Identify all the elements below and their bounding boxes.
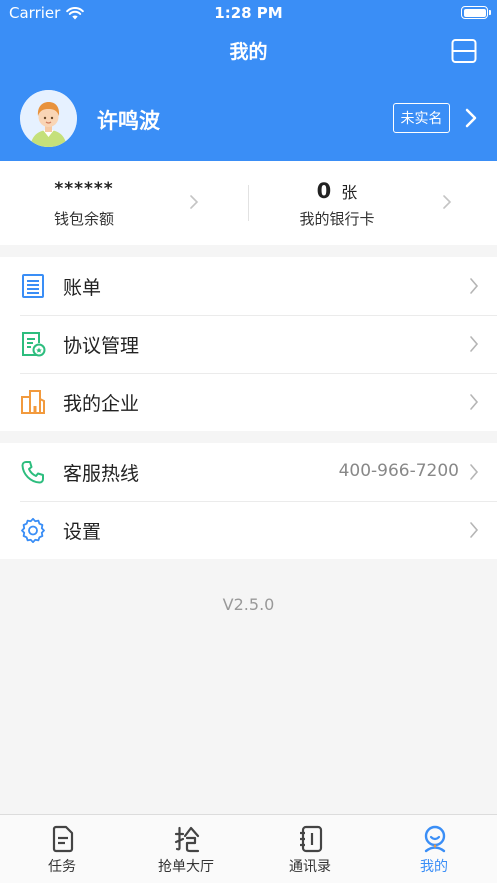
wallet-balance-label: 钱包余额 <box>53 210 114 228</box>
chevron-right-icon <box>470 336 479 352</box>
phone-icon <box>21 461 44 484</box>
menu-item-label: 账单 <box>63 277 102 299</box>
scan-icon[interactable] <box>451 38 477 64</box>
menu-item-label: 协议管理 <box>63 335 140 357</box>
task-icon <box>52 825 74 853</box>
menu-item-bill[interactable]: 账单 <box>0 257 497 315</box>
menu-group-account: 账单 协议管理 我的企业 <box>0 257 497 431</box>
tab-label: 通讯录 <box>289 859 331 875</box>
menu-item-settings[interactable]: 设置 <box>0 501 497 559</box>
tab-label: 抢单大厅 <box>158 859 214 875</box>
bank-card-label: 我的银行卡 <box>299 210 375 228</box>
chevron-right-icon <box>470 278 479 294</box>
bank-card-count-number: 0 <box>316 179 332 203</box>
wallet-summary: ****** 钱包余额 0张 我的银行卡 <box>0 161 497 245</box>
chevron-right-icon <box>470 464 479 480</box>
bank-card-count: 0张 <box>213 179 461 203</box>
tab-contacts[interactable]: 通讯录 <box>248 815 372 883</box>
page-title: 我的 <box>229 41 268 63</box>
app-version: V2.5.0 <box>222 595 275 614</box>
grab-order-icon <box>174 826 200 853</box>
agreement-icon <box>22 332 46 357</box>
tab-bar: 任务 抢单大厅 通讯录 我的 <box>0 814 497 883</box>
chevron-right-icon <box>470 522 479 538</box>
settings-icon <box>21 517 45 543</box>
bank-card-cell[interactable]: 0张 我的银行卡 <box>248 161 496 245</box>
hotline-number[interactable]: 400-966-7200 <box>339 461 459 481</box>
chevron-right-icon <box>190 195 199 209</box>
wallet-balance-cell[interactable]: ****** 钱包余额 <box>0 161 248 245</box>
avatar-icon <box>20 90 77 147</box>
chevron-right-icon <box>470 394 479 410</box>
avatar[interactable] <box>20 90 77 147</box>
enterprise-icon <box>21 390 45 414</box>
username: 许鸣波 <box>97 109 160 133</box>
status-bar: Carrier 1:28 PM <box>0 0 497 26</box>
tab-label: 我的 <box>420 859 448 875</box>
tab-grab-order[interactable]: 抢单大厅 <box>124 815 248 883</box>
menu-group-support: 客服热线 400-966-7200 设置 <box>0 443 497 559</box>
tab-profile[interactable]: 我的 <box>372 815 496 883</box>
bank-card-count-unit: 张 <box>341 183 358 202</box>
status-time: 1:28 PM <box>214 4 283 22</box>
profile-header: Carrier 1:28 PM 我的 许鸣波 未实名 <box>0 0 497 161</box>
menu-item-label: 设置 <box>63 521 102 543</box>
chevron-right-icon <box>443 195 452 209</box>
tab-label: 任务 <box>48 859 76 875</box>
menu-item-agreement[interactable]: 协议管理 <box>0 315 497 373</box>
menu-item-label: 我的企业 <box>63 393 140 415</box>
wallet-balance-value: ****** <box>54 179 114 199</box>
menu-item-hotline[interactable]: 客服热线 400-966-7200 <box>0 443 497 501</box>
bill-icon <box>22 274 44 298</box>
chevron-right-icon[interactable] <box>464 108 478 128</box>
profile-icon <box>424 825 446 853</box>
menu-item-enterprise[interactable]: 我的企业 <box>0 373 497 431</box>
menu-item-label: 客服热线 <box>63 463 140 485</box>
contacts-icon <box>300 825 323 853</box>
verify-badge[interactable]: 未实名 <box>393 103 450 133</box>
battery-icon <box>461 6 491 19</box>
tab-task[interactable]: 任务 <box>0 815 124 883</box>
